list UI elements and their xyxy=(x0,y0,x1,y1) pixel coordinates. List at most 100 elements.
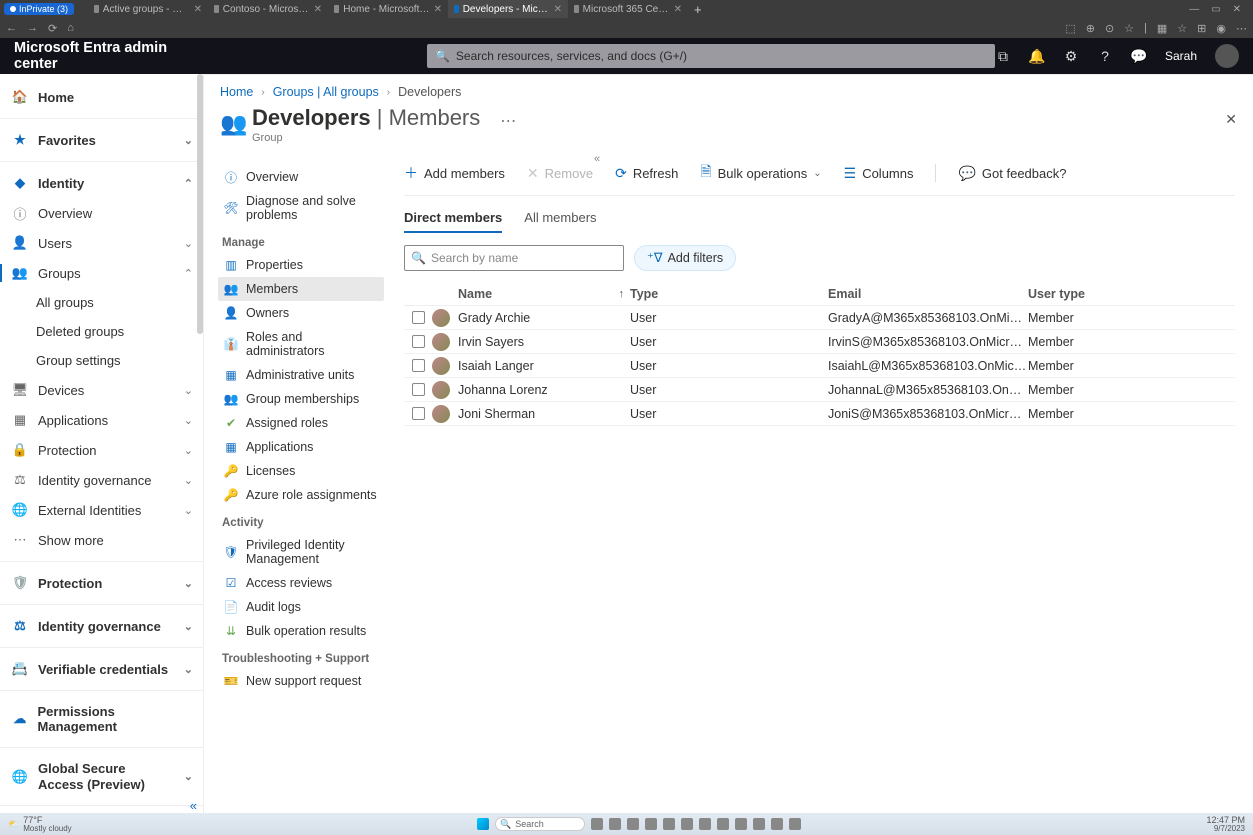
nav-groups[interactable]: 👥Groups⌃ xyxy=(0,258,203,288)
nav-verifiable-credentials[interactable]: 📇Verifiable credentials⌄ xyxy=(0,654,203,684)
nav-devices[interactable]: 🖥Devices⌄ xyxy=(0,375,203,405)
nav-favorites[interactable]: ★Favorites⌄ xyxy=(0,125,203,155)
blade-nav-new-support[interactable]: 🎫New support request xyxy=(218,669,384,693)
row-checkbox[interactable] xyxy=(412,383,425,396)
browser-ext-icon[interactable]: ⬚ xyxy=(1065,22,1075,35)
feedback-button[interactable]: 💬Got feedback? xyxy=(958,165,1066,182)
blade-nav-diagnose[interactable]: 🛠Diagnose and solve problems xyxy=(218,189,384,227)
browser-profile-icon[interactable]: ◉ xyxy=(1216,22,1226,35)
tab-close-icon[interactable]: ✕ xyxy=(194,4,202,15)
taskbar-tray[interactable]: 12:47 PM9/7/2023 xyxy=(1206,816,1245,833)
browser-search-icon[interactable]: ⊙ xyxy=(1105,22,1114,35)
add-filters-button[interactable]: ⁺∇ Add filters xyxy=(634,245,736,271)
nav-all-groups[interactable]: All groups xyxy=(0,288,203,317)
tab-close-icon[interactable]: ✕ xyxy=(554,4,562,15)
nav-permissions-management[interactable]: ☁Permissions Management xyxy=(0,697,203,741)
window-minimize-icon[interactable]: — xyxy=(1189,4,1199,15)
nav-identity-governance[interactable]: ⚖Identity governance⌄ xyxy=(0,465,203,495)
browser-menu-icon[interactable]: ⋯ xyxy=(1236,22,1247,35)
browser-star-icon[interactable]: ☆ xyxy=(1124,22,1134,35)
portal-search-input[interactable]: 🔍 Search resources, services, and docs (… xyxy=(427,44,995,68)
search-by-name-input[interactable]: 🔍 Search by name xyxy=(404,245,624,271)
browser-collections-icon[interactable]: ⊞ xyxy=(1197,22,1206,35)
tab-all-members[interactable]: All members xyxy=(524,206,596,233)
browser-tab[interactable]: Home - Microsoft 365 security✕ xyxy=(328,0,448,18)
blade-nav-assigned-roles[interactable]: ✔Assigned roles xyxy=(218,411,384,435)
nav-learn-support[interactable]: 👤Learn & support⌃ xyxy=(0,812,203,813)
taskbar-app-icon[interactable] xyxy=(609,818,621,830)
blade-nav-applications[interactable]: ▦Applications xyxy=(218,435,384,459)
inprivate-chip[interactable]: InPrivate (3) xyxy=(4,3,74,15)
taskbar-app-icon[interactable] xyxy=(645,818,657,830)
taskbar-app-icon[interactable] xyxy=(753,818,765,830)
browser-zoom-icon[interactable]: ⊕ xyxy=(1086,22,1095,35)
taskbar-app-icon[interactable] xyxy=(735,818,747,830)
taskbar-app-icon[interactable] xyxy=(717,818,729,830)
taskbar-search[interactable]: 🔍Search xyxy=(495,817,585,831)
portal-username[interactable]: Sarah xyxy=(1165,49,1197,63)
nav-global-secure-access[interactable]: 🌐Global Secure Access (Preview)⌄ xyxy=(0,754,203,799)
browser-forward-icon[interactable]: → xyxy=(27,22,38,34)
tab-direct-members[interactable]: Direct members xyxy=(404,206,502,233)
row-checkbox[interactable] xyxy=(412,359,425,372)
nav-applications[interactable]: ▦Applications⌄ xyxy=(0,405,203,435)
browser-tab-active[interactable]: Developers - Microsoft Entra ad...✕ xyxy=(448,0,568,18)
add-members-button[interactable]: ＋Add members xyxy=(404,163,505,183)
tab-close-icon[interactable]: ✕ xyxy=(314,4,322,15)
blade-nav-roles[interactable]: 👔Roles and administrators xyxy=(218,325,384,363)
browser-refresh-icon[interactable]: ⟳ xyxy=(48,22,57,35)
nav-deleted-groups[interactable]: Deleted groups xyxy=(0,317,203,346)
refresh-button[interactable]: ⟳Refresh xyxy=(615,165,678,182)
taskbar-app-icon[interactable] xyxy=(789,818,801,830)
blade-nav-members[interactable]: 👥Members xyxy=(218,277,384,301)
tab-close-icon[interactable]: ✕ xyxy=(674,4,682,15)
nav-overview[interactable]: ⓘOverview xyxy=(0,198,203,228)
table-row[interactable]: Joni ShermanUserJoniS@M365x85368103.OnMi… xyxy=(404,402,1235,426)
blade-nav-properties[interactable]: ▥Properties xyxy=(218,253,384,277)
settings-icon[interactable]: ⚙ xyxy=(1063,48,1079,64)
nav-protection-root[interactable]: 🛡Protection⌄ xyxy=(0,568,203,598)
blade-nav-owners[interactable]: 👤Owners xyxy=(218,301,384,325)
row-checkbox[interactable] xyxy=(412,407,425,420)
notifications-icon[interactable]: 🔔 xyxy=(1029,48,1045,64)
page-more-icon[interactable]: ⋯ xyxy=(500,111,516,131)
row-checkbox[interactable] xyxy=(412,311,425,324)
nav-identity[interactable]: ◆Identity⌃ xyxy=(0,168,203,198)
blade-nav-overview[interactable]: ⓘOverview xyxy=(218,165,384,189)
window-maximize-icon[interactable]: ▭ xyxy=(1211,4,1220,15)
sidebar-collapse-icon[interactable]: « xyxy=(190,798,197,813)
blade-nav-pim[interactable]: 🛡Privileged Identity Management xyxy=(218,533,384,571)
taskbar-app-icon[interactable] xyxy=(771,818,783,830)
row-checkbox[interactable] xyxy=(412,335,425,348)
breadcrumb-home[interactable]: Home xyxy=(220,85,253,99)
new-tab-button[interactable]: + xyxy=(688,2,708,17)
table-row[interactable]: Isaiah LangerUserIsaiahL@M365x85368103.O… xyxy=(404,354,1235,378)
taskbar-weather[interactable]: ⛅ 77°FMostly cloudy xyxy=(8,816,72,833)
browser-tab[interactable]: Contoso - Microsoft Entra admi...✕ xyxy=(208,0,328,18)
blade-nav-admin-units[interactable]: ▦Administrative units xyxy=(218,363,384,387)
nav-identity-governance-root[interactable]: ⚖Identity governance⌄ xyxy=(0,611,203,641)
nav-home[interactable]: 🏠Home xyxy=(0,82,203,112)
col-header-usertype[interactable]: User type xyxy=(1028,287,1138,301)
table-row[interactable]: Irvin SayersUserIrvinS@M365x85368103.OnM… xyxy=(404,330,1235,354)
nav-show-more[interactable]: ⋯Show more xyxy=(0,525,203,555)
portal-avatar[interactable] xyxy=(1215,44,1239,68)
col-header-email[interactable]: Email xyxy=(828,287,1028,301)
blade-nav-group-memberships[interactable]: 👥Group memberships xyxy=(218,387,384,411)
browser-back-icon[interactable]: ← xyxy=(6,22,17,34)
close-blade-icon[interactable]: ✕ xyxy=(1225,111,1237,128)
taskbar-app-icon[interactable] xyxy=(627,818,639,830)
browser-tab[interactable]: Active groups - Microsoft 365 a...✕ xyxy=(88,0,208,18)
browser-favs-icon[interactable]: ☆ xyxy=(1177,22,1187,35)
blade-nav-bulk-results[interactable]: ⇊Bulk operation results xyxy=(218,619,384,643)
table-row[interactable]: Johanna LorenzUserJohannaL@M365x85368103… xyxy=(404,378,1235,402)
blade-nav-azure-role[interactable]: 🔑Azure role assignments xyxy=(218,483,384,507)
blade-nav-audit-logs[interactable]: 📄Audit logs xyxy=(218,595,384,619)
table-row[interactable]: Grady ArchieUserGradyA@M365x85368103.OnM… xyxy=(404,306,1235,330)
portal-brand[interactable]: Microsoft Entra admin center xyxy=(14,40,207,72)
taskbar-app-icon[interactable] xyxy=(663,818,675,830)
taskbar-app-icon[interactable] xyxy=(591,818,603,830)
copilot-icon[interactable]: ⧉ xyxy=(995,48,1011,64)
nav-protection[interactable]: 🔒Protection⌄ xyxy=(0,435,203,465)
breadcrumb-groups[interactable]: Groups | All groups xyxy=(273,85,379,99)
